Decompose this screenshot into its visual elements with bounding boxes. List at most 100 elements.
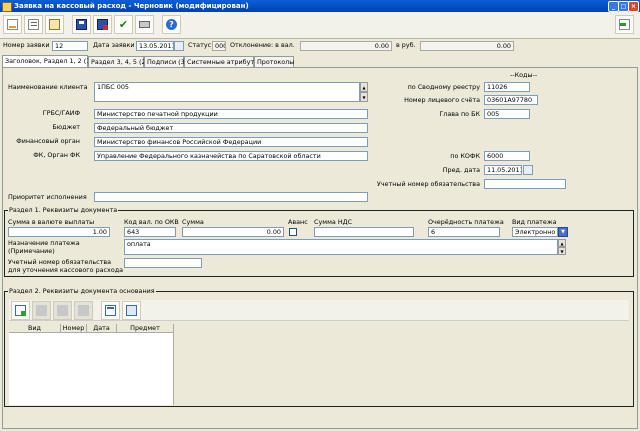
section1-title: Раздел 1. Реквизиты документа: [8, 206, 119, 214]
obligation-label: Учетный номер обязательства: [376, 180, 480, 188]
add-row-icon: [15, 305, 26, 316]
avans-label: Аванс: [288, 218, 308, 226]
tab-signatures[interactable]: Подписи (3): [144, 56, 187, 67]
date-label: Дата заявки: [93, 41, 135, 49]
toolbar: ✔ ?: [0, 12, 640, 39]
pred-calendar-icon[interactable]: [523, 165, 533, 175]
column-predmet[interactable]: Предмет: [117, 324, 174, 333]
view-button[interactable]: [122, 301, 141, 320]
check-button[interactable]: ✔: [114, 15, 133, 34]
budget-label: Бюджет: [52, 123, 80, 131]
purpose-scroll-up-icon[interactable]: ▲: [558, 239, 566, 247]
help-button[interactable]: ?: [162, 15, 181, 34]
sum-currency-label: Сумма в валюте выплаты: [8, 218, 95, 226]
tab-section345[interactable]: Раздел 3, 4, 5 (2): [88, 56, 148, 67]
column-vid[interactable]: Вид: [9, 324, 61, 333]
save-button[interactable]: [72, 15, 91, 34]
finorg-label: Финансовый орган: [16, 137, 80, 145]
sum-label: Сумма: [182, 218, 204, 226]
edit-row-icon: [36, 305, 47, 316]
refresh-icon: [105, 305, 116, 316]
exit-icon: [619, 19, 630, 30]
client-scroll-up-icon[interactable]: ▲: [360, 82, 368, 92]
delete-row-button[interactable]: [74, 301, 93, 320]
add-row-button[interactable]: [11, 301, 30, 320]
fk-label: ФК, Орган ФК: [33, 151, 80, 159]
copy-doc-icon: [28, 19, 39, 30]
glava-field[interactable]: 005: [484, 109, 530, 119]
close-button[interactable]: ×: [628, 1, 639, 12]
rub-field: 0.00: [420, 41, 514, 51]
priority-field[interactable]: [94, 192, 368, 202]
calendar-icon[interactable]: [174, 41, 184, 51]
tab-protocols[interactable]: Протоколы: [254, 56, 294, 67]
purpose-input[interactable]: оплата: [124, 239, 558, 255]
section2-toolbar: [9, 300, 629, 321]
okv-label: Код вал. по ОКВ: [124, 218, 179, 226]
client-input[interactable]: 1ПБС 005: [94, 82, 360, 102]
copy-row-icon: [57, 305, 68, 316]
nds-field[interactable]: [314, 227, 414, 237]
glava-label: Глава по БК: [439, 110, 480, 118]
copy-doc-button[interactable]: [24, 15, 43, 34]
exit-button[interactable]: [615, 15, 634, 34]
pred-date-field[interactable]: 11.05.2011: [484, 165, 522, 175]
status-label: Статус: [188, 41, 212, 49]
paytype-label: Вид платежа: [512, 218, 557, 226]
deviation-label: Отклонение: в вал.: [230, 41, 295, 49]
help-icon: ?: [166, 19, 177, 30]
print-button[interactable]: [135, 15, 154, 34]
obligation-field[interactable]: [484, 179, 566, 189]
paytype-dropdown-icon[interactable]: ▼: [558, 227, 568, 237]
tab-system-attributes[interactable]: Системные атрибуты: [184, 56, 259, 67]
svod-label: по Сводному реестру: [407, 83, 480, 91]
refresh-button[interactable]: [101, 301, 120, 320]
print-icon: [139, 21, 150, 28]
sum-currency-field[interactable]: 1.00: [8, 227, 110, 237]
grbs-field[interactable]: Министерство печатной продукции: [94, 109, 368, 119]
avans-checkbox[interactable]: [289, 228, 297, 236]
kofk-field[interactable]: 6000: [484, 151, 530, 161]
tab-header-section12[interactable]: Заголовок, Раздел 1, 2 (1): [2, 55, 93, 67]
account-field[interactable]: 03601А97780: [484, 95, 538, 105]
svod-field[interactable]: 11026: [484, 82, 530, 92]
edit-row-button[interactable]: [32, 301, 51, 320]
pred-date-label: Пред. дата: [442, 166, 480, 174]
delete-row-icon: [78, 305, 89, 316]
paste-doc-button[interactable]: [45, 15, 64, 34]
client-label: Наименование клиента: [8, 83, 88, 91]
account-label: Номер лицевого счёта: [404, 96, 480, 104]
purpose-scroll-down-icon[interactable]: ▼: [558, 247, 566, 255]
oblig-field[interactable]: [124, 258, 202, 268]
date-input[interactable]: 13.05.2011: [136, 41, 174, 51]
deviation-field: 0.00: [300, 41, 392, 51]
codes-label: --Коды--: [510, 71, 538, 79]
column-nomer[interactable]: Номер: [61, 324, 87, 333]
app-icon: [2, 2, 12, 12]
nds-label: Сумма НДС: [314, 218, 353, 226]
status-field: 000: [212, 41, 226, 51]
number-input[interactable]: 12: [52, 41, 88, 51]
window-titlebar: Заявка на кассовый расход - Черновик (мо…: [0, 0, 640, 12]
order-field[interactable]: 6: [428, 227, 500, 237]
client-scroll-down-icon[interactable]: ▼: [360, 92, 368, 102]
finorg-field[interactable]: Министерство финансов Российской Федерац…: [94, 137, 368, 147]
save-close-button[interactable]: [93, 15, 112, 34]
copy-row-button[interactable]: [53, 301, 72, 320]
fk-field[interactable]: Управление Федерального казначейства по …: [94, 151, 368, 161]
new-doc-icon: [7, 19, 18, 30]
kofk-label: по КОФК: [450, 152, 480, 160]
grbs-label: ГРБС/ГАИФ: [42, 109, 80, 117]
window-title: Заявка на кассовый расход - Черновик (мо…: [14, 2, 249, 10]
new-doc-button[interactable]: [3, 15, 22, 34]
view-icon: [126, 305, 137, 316]
priority-label: Приоритет исполнения: [8, 193, 87, 201]
column-data[interactable]: Дата: [87, 324, 117, 333]
paytype-select[interactable]: Электронно: [512, 227, 558, 237]
sum-field[interactable]: 0.00: [182, 227, 284, 237]
save-close-icon: [97, 19, 108, 30]
order-label: Очерёдность платежа: [428, 218, 504, 226]
okv-field[interactable]: 643: [124, 227, 176, 237]
section2-table-body: [9, 333, 174, 405]
budget-field[interactable]: Федеральный бюджет: [94, 123, 368, 133]
